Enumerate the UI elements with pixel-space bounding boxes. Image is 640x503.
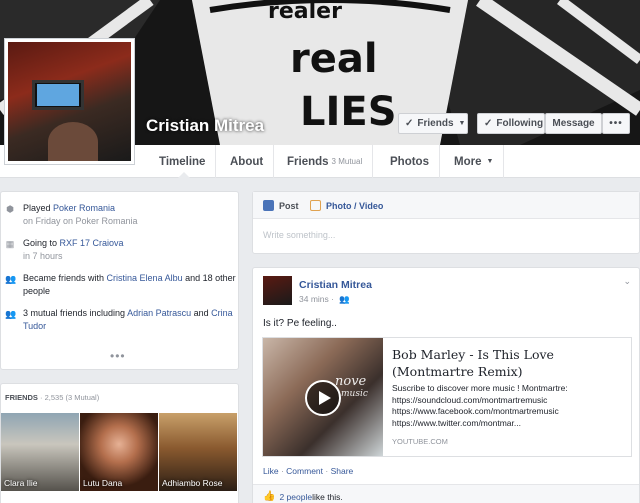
- profile-picture[interactable]: [4, 38, 135, 165]
- game-icon: ⬢: [6, 204, 14, 214]
- friends-button[interactable]: ✓ Friends ▼: [398, 113, 468, 134]
- activity-text: 3 mutual friends including: [23, 308, 128, 318]
- link-desc-line: Suscribe to discover more music ! Montma…: [392, 383, 568, 393]
- friend-name: Lutu Dana: [83, 478, 123, 488]
- link-desc-line: https://soundcloud.com/montmartremusic: [392, 394, 548, 405]
- following-button-label: Following: [496, 118, 544, 129]
- mutual-count: 3 Mutual: [331, 157, 363, 166]
- friends-panel-title[interactable]: FRIENDS · 2,535 (3 Mutual): [5, 393, 99, 402]
- tab-friends[interactable]: Friends 3 Mutual: [277, 145, 374, 178]
- checkmark-icon: ✓: [405, 118, 414, 129]
- comment-link[interactable]: Comment: [286, 466, 323, 476]
- more-options-button[interactable]: •••: [602, 113, 630, 134]
- activity-item: ⬢ Played Poker Romania on Friday on Poke…: [5, 202, 238, 228]
- svg-text:real: real: [290, 36, 378, 82]
- svg-text:LIES: LIES: [300, 89, 397, 135]
- friend-name: Adhiambo Rose: [162, 478, 223, 488]
- tab-more[interactable]: More ▼: [444, 145, 505, 178]
- profile-picture-image: [8, 42, 131, 161]
- video-thumbnail[interactable]: nove music: [263, 338, 383, 456]
- profile-name[interactable]: Cristian Mitrea: [146, 116, 264, 136]
- pencil-icon: [263, 200, 274, 211]
- activity-item: ▦ Going to RXF 17 Craiova in 7 hours: [5, 237, 238, 263]
- friend-tile[interactable]: Adhiambo Rose: [159, 413, 237, 491]
- activity-meta: in 7 hours: [23, 251, 63, 261]
- friends-count: · 2,535 (3 Mutual): [40, 393, 100, 402]
- composer-input[interactable]: Write something...: [263, 230, 335, 240]
- thumbnail-watermark-sub: music: [341, 389, 368, 399]
- tab-timeline[interactable]: Timeline: [149, 145, 217, 179]
- post-text: Is it? Pe feeling..: [263, 318, 337, 329]
- timeline-post: Cristian Mitrea 34 mins · 👥 ⌄ Is it? Pe …: [252, 267, 640, 503]
- message-button-label: Message: [552, 118, 595, 129]
- ellipsis-icon: •••: [609, 118, 623, 129]
- share-link[interactable]: Share: [331, 466, 354, 476]
- friends-icon: 👥: [5, 274, 17, 284]
- calendar-icon: ▦: [5, 239, 15, 249]
- tab-timeline-label: Timeline: [159, 155, 206, 168]
- activity-text: and: [191, 308, 212, 318]
- tab-photos-label: Photos: [390, 155, 429, 168]
- activity-link[interactable]: Cristina Elena Albu: [107, 273, 183, 283]
- likes-count-link[interactable]: 2 people: [279, 492, 312, 502]
- checkmark-icon: ✓: [484, 118, 493, 129]
- friends-icon: 👥: [5, 309, 17, 319]
- like-link[interactable]: Like: [263, 466, 279, 476]
- tab-friends-label: Friends: [287, 155, 329, 168]
- activity-meta: on Friday on Poker Romania: [23, 216, 138, 226]
- link-title[interactable]: Bob Marley - Is This Love (Montmartre Re…: [392, 346, 624, 380]
- tab-photos[interactable]: Photos: [380, 145, 440, 178]
- activity-item: 👥 3 mutual friends including Adrian Patr…: [5, 307, 238, 333]
- friends-audience-icon: 👥: [339, 294, 350, 304]
- post-timestamp[interactable]: 34 mins · 👥: [299, 294, 350, 305]
- link-preview-card[interactable]: nove music Bob Marley - Is This Love (Mo…: [262, 337, 632, 457]
- message-button[interactable]: Message: [545, 113, 602, 134]
- friends-panel: FRIENDS · 2,535 (3 Mutual) Clara Ilie Lu…: [0, 383, 239, 503]
- post-actions: Like · Comment · Share: [263, 466, 353, 476]
- tab-post-label: Post: [279, 200, 299, 211]
- activity-text: Became friends with: [23, 273, 107, 283]
- activity-text: Going to: [23, 238, 60, 248]
- caret-down-icon: ▼: [486, 158, 494, 165]
- friend-tile[interactable]: Clara Ilie: [1, 413, 79, 491]
- post-time-text: 34 mins ·: [299, 294, 334, 304]
- activity-link[interactable]: Poker Romania: [53, 203, 115, 213]
- post-author-avatar[interactable]: [263, 276, 292, 305]
- post-likes-bar: 👍 2 people like this.: [253, 484, 639, 503]
- svg-text:realer: realer: [268, 0, 342, 24]
- friends-button-label: Friends: [417, 118, 454, 129]
- caret-down-icon: ▼: [458, 120, 466, 127]
- post-options-chevron-icon[interactable]: ⌄: [623, 276, 631, 287]
- tab-about[interactable]: About: [220, 145, 275, 178]
- activity-link[interactable]: RXF 17 Craiova: [60, 238, 124, 248]
- post-composer: Post Photo / Video Write something...: [252, 191, 640, 254]
- friend-tile[interactable]: Lutu Dana: [80, 413, 158, 491]
- tab-photo-video[interactable]: Photo / Video: [310, 200, 383, 211]
- post-author-name[interactable]: Cristian Mitrea: [299, 279, 372, 291]
- play-icon[interactable]: [305, 380, 341, 416]
- friends-panel-heading: FRIENDS: [5, 393, 38, 402]
- tab-about-label: About: [230, 155, 264, 168]
- friend-name: Clara Ilie: [4, 478, 38, 488]
- tab-more-label: More: [454, 155, 482, 168]
- recent-activity-panel: ⬢ Played Poker Romania on Friday on Poke…: [0, 191, 239, 370]
- link-desc-line: https://www.twitter.com/montmar...: [392, 417, 521, 428]
- link-desc-line: https://www.facebook.com/montmartremusic: [392, 406, 559, 416]
- composer-tabs: Post Photo / Video: [253, 192, 639, 219]
- following-button[interactable]: ✓ Following: [477, 113, 545, 134]
- link-domain: YOUTUBE.COM: [392, 437, 448, 446]
- activity-item: 👥 Became friends with Cristina Elena Alb…: [5, 272, 238, 298]
- thumbs-up-icon: 👍: [263, 491, 276, 502]
- thumbnail-watermark-text: nove: [335, 374, 367, 389]
- tab-post[interactable]: Post: [263, 200, 299, 211]
- link-description: Suscribe to discover more music ! Montma…: [392, 383, 628, 429]
- likes-suffix: like this.: [312, 491, 343, 502]
- activity-text: Played: [23, 203, 54, 213]
- tab-photo-label: Photo / Video: [326, 200, 384, 211]
- photo-icon: [310, 200, 321, 211]
- see-more-ellipsis-icon[interactable]: •••: [110, 349, 126, 363]
- activity-link[interactable]: Adrian Patrascu: [127, 308, 191, 318]
